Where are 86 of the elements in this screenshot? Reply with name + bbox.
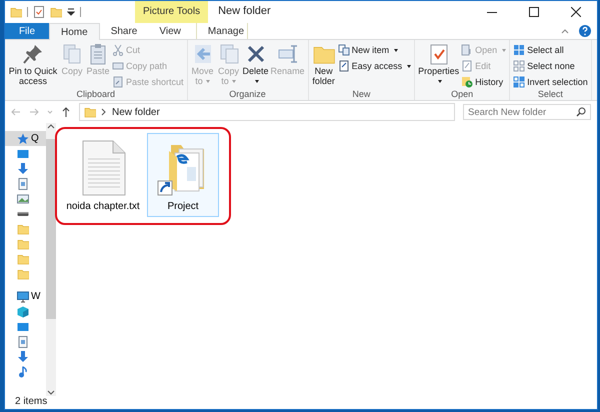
nav-item[interactable]: W [5,289,46,304]
ribbon-button[interactable]: Select all [512,43,589,57]
caret-icon [255,80,260,84]
address-bar[interactable]: New folder [79,103,455,121]
edit-icon [461,60,474,72]
computer-icon [17,290,29,302]
caret-icon [407,64,412,68]
ribbon-tab[interactable]: File [5,23,49,39]
group-label: New [351,89,372,100]
new-item-icon [338,44,350,56]
ribbon-button[interactable]: New folder [310,43,337,89]
open-icon [461,44,474,56]
ribbon-button[interactable]: Easy access [336,59,412,73]
grid-icon [513,44,526,56]
folder-icon [17,222,29,234]
folder-icon [10,6,22,18]
ribbon-button[interactable]: Delete [242,43,270,89]
caret-icon [206,80,210,84]
group-label: Select [536,89,564,100]
search-icon [576,107,586,117]
folder-icon [84,106,96,118]
download-icon [17,162,29,174]
window-title: New folder [217,4,272,19]
scroll-thumb[interactable] [46,139,56,319]
history-icon [461,76,474,88]
context-tab-label: Picture Tools [135,1,208,23]
pin-icon [22,43,44,65]
rename-icon [276,43,299,65]
caret-icon [438,80,442,84]
file-item[interactable]: noida chapter.txt [67,133,139,217]
ribbon-tab[interactable]: Home [49,23,100,40]
document-icon [17,336,29,348]
copy-to-icon [218,43,240,65]
path-icon [112,60,124,72]
scrollbar[interactable] [46,123,56,396]
ribbon-button[interactable]: Select none [512,59,589,73]
copy-icon [61,43,83,65]
forward-icon [29,107,39,117]
file-item[interactable]: Project [147,133,219,217]
search-field[interactable]: Search New folder [463,104,591,120]
ribbon-button[interactable]: New item [336,43,412,57]
properties-icon [428,43,450,65]
star-icon [17,132,29,144]
caret-icon [394,48,398,52]
cube-icon [17,306,29,318]
caret-icon [232,80,236,84]
ribbon-tab[interactable]: View [148,23,192,39]
ribbon-tab[interactable]: Share [100,23,148,39]
document-icon [17,178,29,190]
ribbon-button[interactable]: History [460,75,508,89]
back-icon [11,107,21,117]
group-label: Open [450,89,474,100]
nav-item[interactable]: Q [5,131,46,146]
collapse-ribbon-icon [561,28,569,34]
customize-caret-icon [67,8,75,16]
group-label: Organize [228,89,267,100]
desktop-icon [17,320,29,332]
folder-icon [17,252,29,264]
folder-icon [17,268,29,280]
ribbon-button[interactable]: Invert selection [512,75,589,89]
up-icon [61,107,71,117]
pictures-icon [17,192,29,204]
close-icon [571,7,581,17]
caret-icon [502,48,506,52]
easy-access-icon [338,60,350,72]
desktop-icon [17,148,29,160]
invert-grid-icon [513,76,526,88]
help-icon [579,25,591,37]
folder-icon [17,238,29,250]
download-icon [17,350,29,362]
properties-icon [33,6,45,18]
scissors-icon [112,44,124,56]
scroll-down-icon [47,390,56,396]
shortcut-icon [112,76,124,88]
breadcrumb[interactable]: New folder [112,106,160,118]
status-text: 2 items [14,396,48,409]
maximize-icon [529,7,539,17]
group-label: Clipboard [76,89,116,100]
music-note-icon [17,366,29,378]
scroll-up-icon [47,123,56,129]
empty-grid-icon [513,60,526,72]
ribbon-button[interactable]: Properties [417,43,460,89]
ribbon-tab[interactable]: Manage [196,23,248,39]
chevron-icon [101,108,107,116]
folder-icon [50,6,62,18]
ribbon-button[interactable]: Pin to Quick access [7,43,59,89]
